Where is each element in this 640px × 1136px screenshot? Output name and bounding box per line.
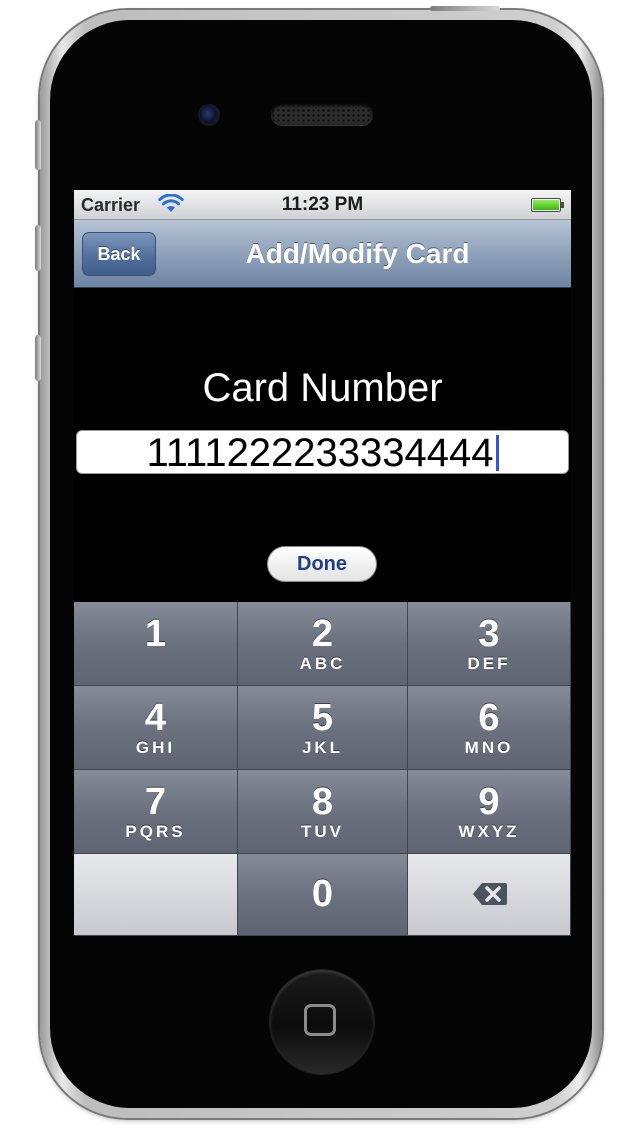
text-cursor bbox=[495, 435, 499, 471]
key-digit: 7 bbox=[144, 781, 167, 823]
key-letters: ABC bbox=[299, 654, 346, 673]
app-screen: Carrier 11:23 PM Back Add/Modify Card Ca… bbox=[74, 190, 571, 936]
key-9[interactable]: 9 WXYZ bbox=[408, 770, 571, 854]
mute-switch bbox=[35, 120, 41, 170]
delete-backspace-icon bbox=[473, 883, 507, 905]
key-6[interactable]: 6 MNO bbox=[408, 686, 571, 770]
key-letters: WXYZ bbox=[458, 822, 520, 841]
key-digit: 0 bbox=[311, 873, 334, 915]
key-digit: 6 bbox=[478, 697, 500, 739]
key-letters: PQRS bbox=[125, 822, 186, 841]
key-4[interactable]: 4 GHI bbox=[74, 686, 238, 770]
page-title: Add/Modify Card bbox=[245, 238, 470, 269]
key-letters: JKL bbox=[301, 738, 344, 757]
card-number-field[interactable]: 1111222233334444 bbox=[76, 430, 569, 474]
key-digit: 8 bbox=[311, 781, 334, 823]
key-blank bbox=[74, 854, 238, 936]
front-camera bbox=[198, 104, 220, 126]
key-digit: 2 bbox=[311, 613, 334, 655]
battery-icon bbox=[531, 198, 564, 212]
home-button[interactable] bbox=[270, 970, 374, 1074]
card-number-label: Card Number bbox=[202, 366, 443, 410]
numeric-keypad: 1 2 ABC 3 DEF 4 GHI 5 JKL 6 MNO 7 PQRS 8… bbox=[74, 602, 571, 936]
key-digit: 3 bbox=[478, 613, 500, 655]
key-digit: 5 bbox=[311, 697, 334, 739]
volume-down-button bbox=[35, 335, 41, 381]
key-letters: TUV bbox=[301, 822, 344, 841]
key-digit: 9 bbox=[478, 781, 500, 823]
earpiece-speaker bbox=[271, 103, 373, 125]
key-digit: 1 bbox=[144, 613, 167, 655]
status-time: 11:23 PM bbox=[281, 194, 364, 215]
key-letters: MNO bbox=[464, 738, 514, 757]
key-8[interactable]: 8 TUV bbox=[238, 770, 408, 854]
done-button[interactable]: Done bbox=[267, 546, 377, 582]
key-1[interactable]: 1 bbox=[74, 602, 238, 686]
card-number-value: 1111222233334444 bbox=[146, 431, 494, 474]
delete-key[interactable] bbox=[408, 854, 571, 936]
key-7[interactable]: 7 PQRS bbox=[74, 770, 238, 854]
sleep-button bbox=[430, 6, 500, 11]
key-3[interactable]: 3 DEF bbox=[408, 602, 571, 686]
status-bar: Carrier 11:23 PM bbox=[74, 190, 571, 220]
key-digit: 4 bbox=[144, 697, 167, 739]
key-5[interactable]: 5 JKL bbox=[238, 686, 408, 770]
key-2[interactable]: 2 ABC bbox=[238, 602, 408, 686]
home-square-icon bbox=[304, 1004, 336, 1036]
back-button[interactable]: Back bbox=[82, 232, 156, 276]
key-0[interactable]: 0 bbox=[238, 854, 408, 936]
navigation-bar: Back Add/Modify Card bbox=[74, 220, 571, 288]
key-letters: GHI bbox=[135, 738, 176, 757]
key-letters: DEF bbox=[467, 654, 511, 673]
volume-up-button bbox=[35, 225, 41, 271]
